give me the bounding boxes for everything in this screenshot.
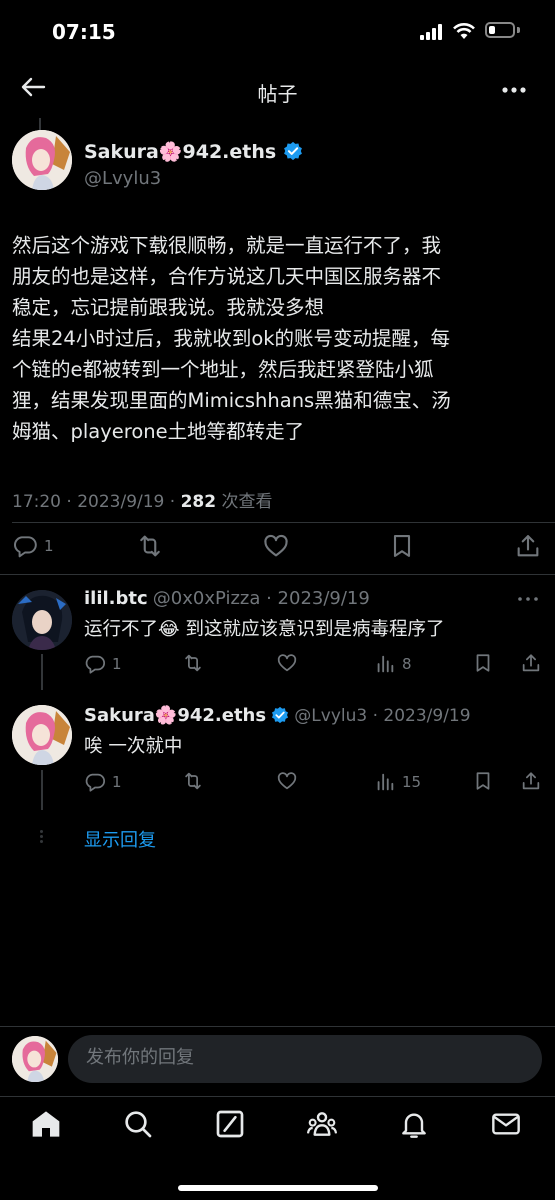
reply-button[interactable]: 1 [12,532,54,560]
share-icon[interactable] [520,652,542,674]
retweet-icon[interactable] [182,652,204,674]
reply-icon [14,536,37,558]
battery-tip [517,27,520,33]
like-icon[interactable] [276,652,298,674]
avatar[interactable] [12,590,72,650]
reply-button[interactable]: 1 [84,652,122,676]
reply-handle-date[interactable]: @Lvylu3 · 2023/9/19 [294,706,470,726]
reply-author-name[interactable]: ilil.btc [84,588,148,609]
reply-text: 运行不了😂 到这就应该意识到是病毒程序了 [84,619,445,640]
views-count: 15 [402,773,422,791]
author-handle[interactable]: @Lvylu3 [84,168,161,189]
reply-header: Sakura🌸942.eths @Lvylu3 · 2023/9/19 [84,705,471,726]
share-icon[interactable] [520,770,542,792]
divider [0,1026,555,1027]
wifi-icon [453,23,475,39]
post-text-line: 狸，结果发现里面的Mimicshhans黑猫和德宝、汤 [12,389,451,412]
more-icon[interactable] [500,76,528,104]
views-button[interactable]: 8 [374,652,412,676]
thread-line [41,770,43,810]
retweet-icon[interactable] [136,532,164,560]
share-icon[interactable] [514,532,542,560]
reply-count: 1 [112,655,122,673]
divider [12,522,555,523]
home-icon[interactable] [30,1108,62,1140]
reply-handle-date[interactable]: @0x0xPizza · 2023/9/19 [153,588,370,609]
reply-text: 唉 一次就中 [84,736,183,757]
reply-button[interactable]: 1 [84,770,122,794]
reply-count: 1 [112,773,122,791]
reply-icon [85,773,106,792]
post-text-line: 结果24小时过后，我就收到ok的账号变动提醒，每 [12,327,451,350]
reply-author-name[interactable]: Sakura🌸942.eths [84,705,266,726]
retweet-icon[interactable] [182,770,204,792]
reply-header: ilil.btc @0x0xPizza · 2023/9/19 [84,588,370,609]
search-icon[interactable] [122,1108,154,1140]
views-icon [377,773,394,791]
post-meta: 17:20 · 2023/9/19 · 282 次查看 [12,487,273,512]
like-icon[interactable] [262,532,290,560]
divider [0,1096,555,1097]
post-views-label: 次查看 [216,492,273,512]
divider [0,574,555,575]
verified-badge-icon [272,706,289,724]
author-name[interactable]: Sakura🌸942.eths [84,140,303,163]
post-text-line: 然后这个游戏下载很顺畅，就是一直运行不了，我 [12,234,442,257]
verified-badge-icon [283,141,302,161]
home-indicator [178,1185,378,1191]
bookmark-icon[interactable] [472,770,494,792]
reply-input-placeholder: 发布你的回复 [86,1047,194,1068]
like-icon[interactable] [276,770,298,792]
post-text-line: 稳定，忘记提前跟我说。我就没多想 [12,296,325,319]
views-count: 8 [402,655,412,673]
avatar[interactable] [12,130,72,190]
status-time: 07:15 [52,20,116,44]
post-views-count: 282 [180,492,217,512]
battery-icon [485,22,515,38]
thread-line-top [39,118,41,130]
views-button[interactable]: 15 [374,770,421,794]
views-icon [377,655,394,673]
author-display-name: Sakura🌸942.eths [84,141,277,163]
bookmark-icon[interactable] [388,532,416,560]
show-replies-link[interactable]: 显示回复 [84,826,156,852]
thread-line [41,654,43,690]
communities-icon[interactable] [306,1108,338,1140]
notifications-icon[interactable] [398,1108,430,1140]
reply-icon [85,655,106,674]
reply-input[interactable]: 发布你的回复 [68,1035,542,1083]
messages-icon[interactable] [490,1108,522,1140]
post-text-line: 姆猫、playerone土地等都转走了 [12,420,305,443]
page-title: 帖子 [257,82,298,106]
post-timestamp: 17:20 · 2023/9/19 · [12,492,181,512]
post-text-line: 个链的e都被转到一个地址，然后我赶紧登陆小狐 [12,358,434,381]
reply-count: 1 [44,537,54,555]
avatar[interactable] [12,1036,58,1082]
post-text: 然后这个游戏下载很顺畅，就是一直运行不了，我 朋友的也是这样，合作方说这几天中国… [12,230,547,447]
bookmark-icon[interactable] [472,652,494,674]
post-text-line: 朋友的也是这样，合作方说这几天中国区服务器不 [12,265,442,288]
thread-dots [40,828,44,850]
cellular-signal-icon [420,24,446,40]
grok-icon[interactable] [214,1108,246,1140]
avatar[interactable] [12,705,72,765]
status-bar: 07:15 [0,0,555,62]
more-icon[interactable] [517,592,539,606]
